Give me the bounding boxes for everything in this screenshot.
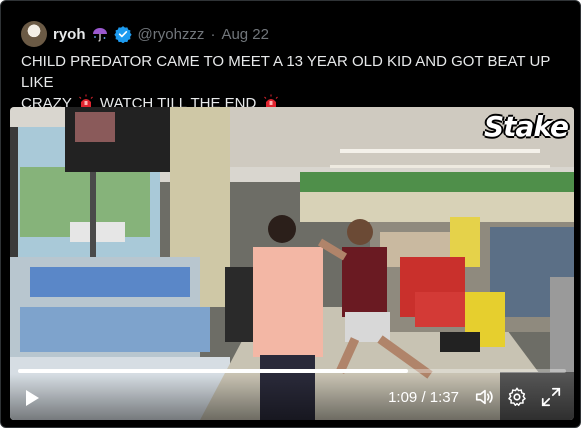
umbrella-rain-emoji-icon	[92, 28, 107, 42]
tweet-card[interactable]: ryoh @ryohzzz · Aug 22 CHILD PREDATOR CA…	[0, 0, 581, 428]
display-name[interactable]: ryoh	[53, 26, 86, 43]
tweet-date[interactable]: Aug 22	[221, 26, 269, 43]
fullscreen-icon[interactable]	[540, 386, 562, 408]
tweet-text: CHILD PREDATOR CAME TO MEET A 13 YEAR OL…	[21, 51, 571, 114]
current-time: 1:09	[388, 389, 418, 406]
video-progress-bar[interactable]	[18, 369, 566, 373]
verified-badge-icon[interactable]	[113, 25, 132, 43]
video-player[interactable]: Stake 1:09 / 1:37	[10, 107, 574, 420]
tweet-header: ryoh @ryohzzz · Aug 22	[21, 21, 269, 47]
volume-icon[interactable]	[474, 386, 496, 408]
tweet-text-line-1: CHILD PREDATOR CAME TO MEET A 13 YEAR OL…	[21, 53, 551, 91]
duration: 1:37	[429, 389, 459, 406]
gear-icon[interactable]	[506, 386, 528, 408]
avatar[interactable]	[21, 21, 47, 47]
play-icon[interactable]	[22, 388, 42, 408]
time-separator: /	[417, 389, 430, 406]
video-time: 1:09 / 1:37	[388, 388, 459, 408]
user-handle[interactable]: @ryohzzz	[138, 26, 205, 43]
stake-watermark-logo: Stake	[483, 109, 569, 143]
separator-dot: ·	[210, 25, 216, 43]
video-progress-fill	[18, 369, 408, 373]
video-controls: 1:09 / 1:37	[10, 374, 574, 420]
